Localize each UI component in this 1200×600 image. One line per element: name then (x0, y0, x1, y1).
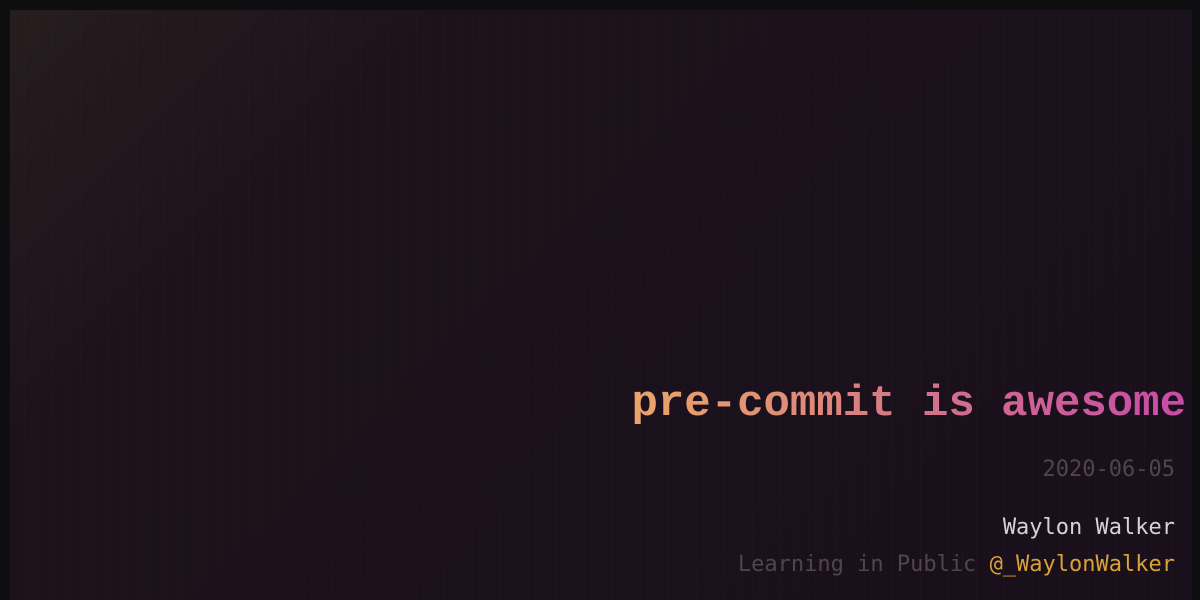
tagline-text: Learning in Public (737, 552, 977, 577)
tagline-row: Learning in Public @_WaylonWalker (738, 551, 1175, 579)
author-name: Waylon Walker (1002, 515, 1175, 540)
card-panel (10, 10, 1192, 600)
twitter-handle: @_WaylonWalker (989, 552, 1175, 577)
post-title: pre-commit is awesome (632, 374, 1187, 434)
post-date: 2020-06-05 (1042, 457, 1175, 482)
social-card: pre-commit is awesome 2020-06-05 Waylon … (0, 0, 1200, 600)
